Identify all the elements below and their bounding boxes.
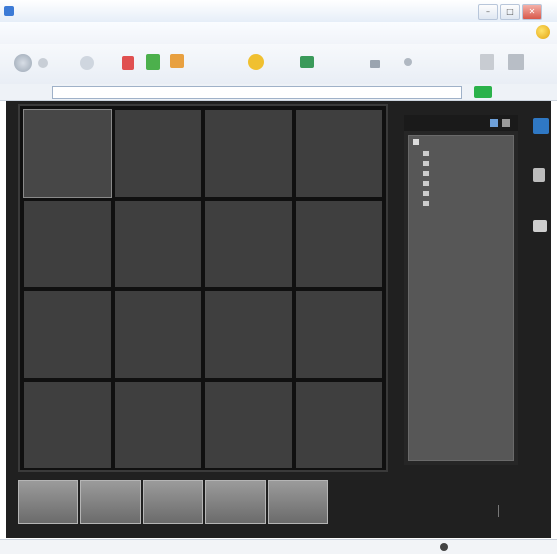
video-cell[interactable] <box>24 291 111 378</box>
url-input[interactable] <box>52 86 462 99</box>
layout-tab[interactable] <box>80 480 141 524</box>
camera-icon <box>423 201 429 206</box>
layout-tab-bar <box>18 480 330 524</box>
video-cell[interactable] <box>114 381 201 468</box>
ie-icon <box>4 6 14 16</box>
back-dropdown-icon[interactable] <box>38 58 48 68</box>
print-icon[interactable] <box>404 58 412 66</box>
video-cell[interactable] <box>24 381 111 468</box>
page-icon[interactable] <box>480 54 494 70</box>
mail-icon[interactable] <box>370 60 380 68</box>
video-grid-frame <box>18 104 388 472</box>
favorites-star-icon[interactable] <box>248 54 264 70</box>
video-cell[interactable] <box>205 381 292 468</box>
camera-icon <box>423 171 429 176</box>
live-view-icon[interactable] <box>533 118 549 134</box>
browser-titlebar: – □ ✕ <box>0 0 557 23</box>
browser-toolbar <box>0 44 557 85</box>
device-tree <box>408 135 514 461</box>
tree-root[interactable] <box>413 139 419 147</box>
panel-config-icon[interactable] <box>490 119 498 127</box>
video-cell[interactable] <box>205 200 292 287</box>
menu-bar <box>0 22 557 45</box>
tools-icon[interactable] <box>508 54 524 70</box>
layout-tab[interactable] <box>267 480 329 524</box>
layout-tab[interactable] <box>142 480 204 524</box>
camera-icon <box>423 161 429 166</box>
video-cell[interactable] <box>114 200 201 287</box>
layout-tab[interactable] <box>18 480 79 524</box>
forward-arrow-icon[interactable] <box>80 56 94 70</box>
back-arrow-icon[interactable] <box>14 54 32 72</box>
go-button[interactable] <box>474 86 492 98</box>
video-cell[interactable] <box>295 291 382 378</box>
camera-item[interactable] <box>423 200 432 207</box>
camera-item[interactable] <box>423 180 432 187</box>
camera-item[interactable] <box>423 170 432 177</box>
video-cell[interactable] <box>205 110 292 197</box>
video-cell[interactable] <box>24 200 111 287</box>
layout-tab[interactable] <box>205 480 266 524</box>
playback-icon[interactable] <box>533 168 545 182</box>
stop-icon[interactable] <box>122 56 134 70</box>
home-icon[interactable] <box>170 54 184 68</box>
status-divider <box>498 505 499 517</box>
video-cell[interactable] <box>23 109 112 198</box>
camera-icon <box>423 151 429 156</box>
camera-icon <box>423 181 429 186</box>
video-cell[interactable] <box>295 110 382 197</box>
minimize-button[interactable]: – <box>478 4 498 20</box>
windows-logo-icon <box>536 25 550 39</box>
video-cell[interactable] <box>114 291 201 378</box>
camera-item[interactable] <box>423 160 432 167</box>
camera-item[interactable] <box>423 150 432 157</box>
video-cell[interactable] <box>295 200 382 287</box>
camera-icon <box>423 191 429 196</box>
video-cell[interactable] <box>205 291 292 378</box>
video-grid <box>23 109 382 468</box>
panel-close-icon[interactable] <box>502 119 510 127</box>
internet-zone-icon <box>440 543 448 551</box>
address-bar <box>0 84 557 101</box>
tree-expand-icon[interactable] <box>413 139 419 145</box>
app-status <box>438 505 530 517</box>
video-cell[interactable] <box>295 381 382 468</box>
panel-header <box>404 115 518 131</box>
media-icon[interactable] <box>300 56 314 68</box>
device-panel <box>404 115 518 465</box>
video-cell[interactable] <box>114 110 201 197</box>
settings-icon[interactable] <box>533 220 547 232</box>
maximize-button[interactable]: □ <box>500 4 520 20</box>
close-button[interactable]: ✕ <box>522 4 542 20</box>
camera-item[interactable] <box>423 190 432 197</box>
refresh-icon[interactable] <box>146 54 160 70</box>
browser-statusbar <box>0 539 557 554</box>
